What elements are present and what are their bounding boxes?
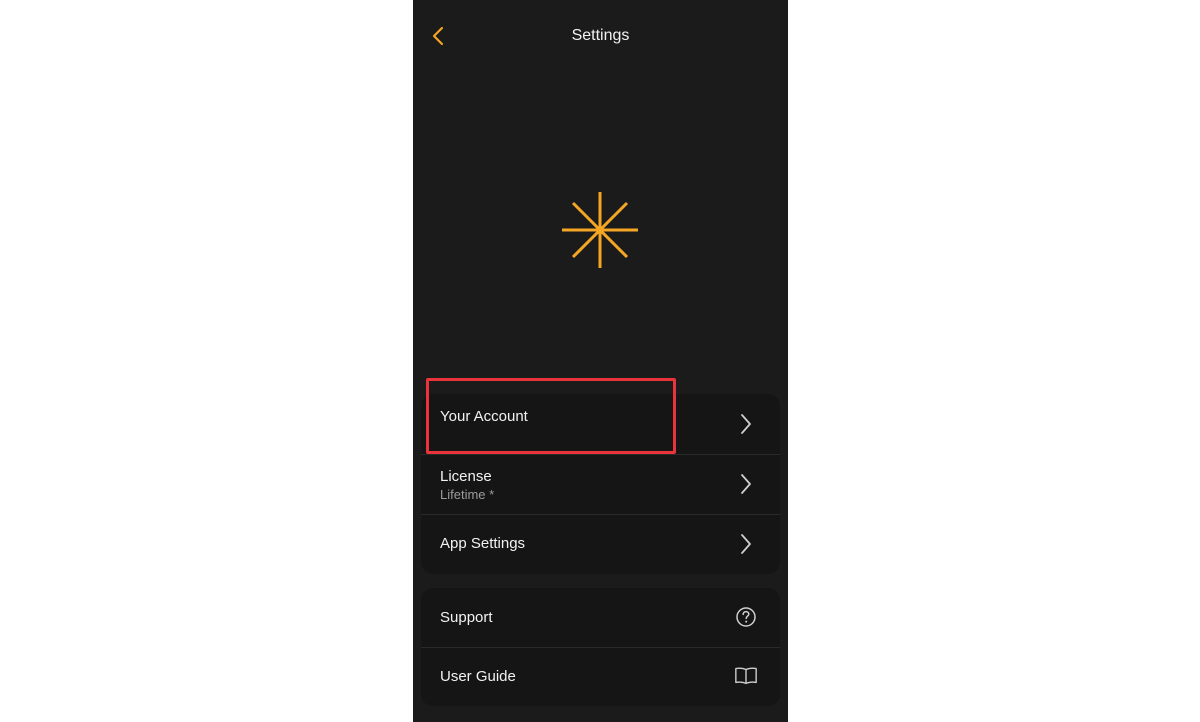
menu-item-label: User Guide [440, 668, 516, 685]
help-group: Support User Guide [421, 588, 780, 706]
book-open-icon [734, 664, 758, 688]
account-settings-group: Your Account License Lifetime * App Sett… [421, 394, 780, 574]
page-title: Settings [571, 27, 630, 44]
chevron-right-icon [734, 412, 758, 436]
menu-item-label: App Settings [440, 535, 526, 552]
chevron-right-icon [734, 532, 758, 556]
header: Settings [413, 0, 788, 72]
chevron-right-icon [734, 472, 758, 496]
settings-screen: Settings Your Account License Lifetime * [413, 0, 788, 722]
menu-item-label: Support [440, 609, 493, 626]
asterisk-logo-icon [560, 190, 640, 270]
menu-item-app-settings[interactable]: App Settings [421, 514, 780, 574]
menu-item-license[interactable]: License Lifetime * [421, 454, 780, 514]
menu-item-label: Your Account [440, 408, 528, 425]
menu-item-label: License [440, 468, 492, 485]
license-type-value: Lifetime * [440, 487, 495, 502]
menu-item-your-account[interactable]: Your Account [421, 394, 780, 454]
menu-item-user-guide[interactable]: User Guide [421, 647, 780, 706]
question-circle-icon [734, 605, 758, 629]
menu-item-support[interactable]: Support [421, 588, 780, 647]
